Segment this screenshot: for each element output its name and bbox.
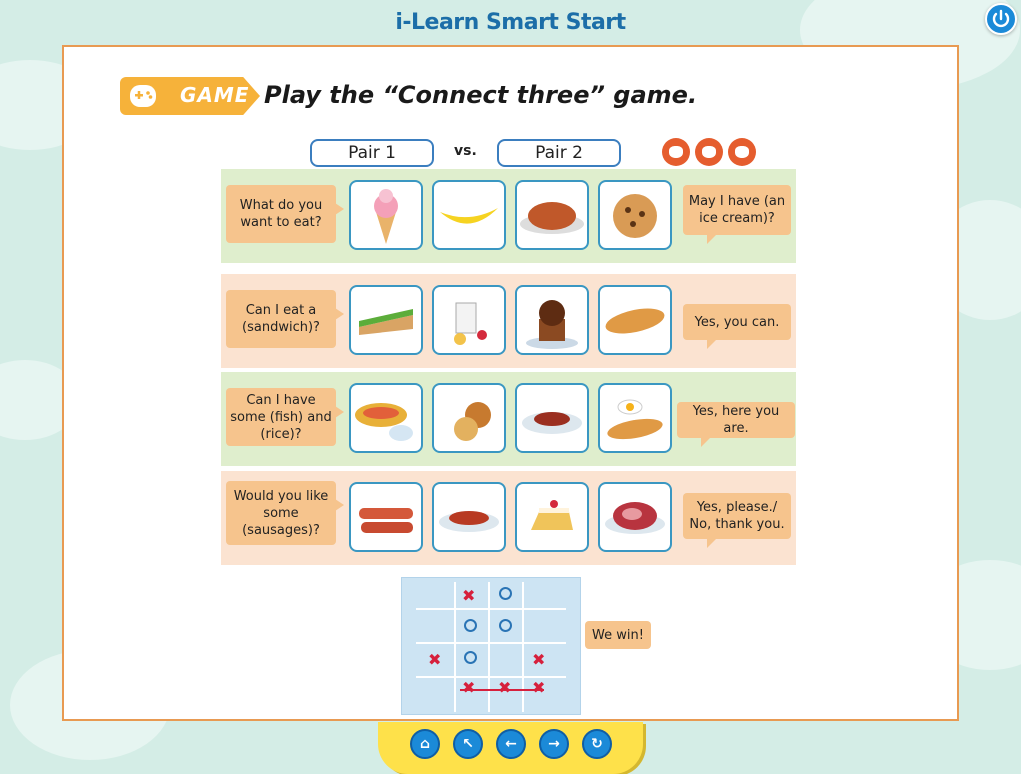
lesson-page: GAME Play the “Connect three” game. Pair… — [62, 45, 959, 721]
cross-mark: ✖ — [498, 678, 512, 697]
answer-bubble: May I have (an ice cream)? — [683, 185, 791, 244]
question-row: Would you like some (sausages)? Yes, ple… — [221, 471, 796, 565]
banana-card[interactable] — [432, 180, 506, 250]
activity-instruction: Play the “Connect three” game. — [264, 81, 698, 109]
circle-mark — [464, 619, 477, 632]
home-icon: ⌂ — [419, 736, 431, 752]
pasta-card[interactable] — [432, 482, 506, 552]
ice-cream-card[interactable] — [349, 180, 423, 250]
forward-arrow-icon: → — [548, 736, 560, 752]
game-badge-label: GAME — [180, 83, 250, 107]
cross-mark: ✖ — [532, 650, 546, 669]
circle-mark — [499, 587, 512, 600]
cross-mark: ✖ — [462, 678, 476, 697]
sandwich-card[interactable] — [349, 285, 423, 355]
win-speech-bubble: We win! — [585, 621, 651, 649]
navigation-tray: ⌂ ↖ ← → ↻ — [378, 722, 643, 774]
circle-mark — [464, 651, 477, 664]
cupcake-card[interactable] — [515, 285, 589, 355]
pancakes-card[interactable] — [432, 383, 506, 453]
yogurt-card[interactable] — [432, 285, 506, 355]
up-button[interactable]: ↖ — [453, 729, 483, 759]
previous-button[interactable]: ← — [496, 729, 526, 759]
answer-bubble: Yes, you can. — [683, 304, 791, 349]
cake-card[interactable] — [515, 482, 589, 552]
question-bubble: Can I have some (fish) and (rice)? — [226, 388, 344, 446]
scissors-hand-icon — [728, 138, 756, 166]
back-arrow-icon: ← — [505, 736, 517, 752]
circle-mark — [499, 619, 512, 632]
winning-line — [460, 689, 544, 691]
power-button[interactable] — [985, 3, 1017, 35]
gamepad-icon — [130, 85, 156, 107]
up-arrow-icon: ↖ — [462, 736, 474, 752]
spaghetti-card[interactable] — [515, 383, 589, 453]
rock-hand-icon — [695, 138, 723, 166]
question-row: Can I eat a (sandwich)? Yes, you can. — [221, 274, 796, 368]
pair-2-label: Pair 2 — [497, 139, 621, 167]
cross-mark: ✖ — [532, 678, 546, 697]
question-bubble: Would you like some (sausages)? — [226, 481, 344, 545]
sausages-card[interactable] — [349, 482, 423, 552]
roast-chicken-card[interactable] — [515, 180, 589, 250]
example-game-grid: ✖ ✖ ✖ ✖ ✖ ✖ — [401, 577, 581, 715]
question-row: Can I have some (fish) and (rice)? Yes, … — [221, 372, 796, 466]
pair-1-label: Pair 1 — [310, 139, 434, 167]
steak-card[interactable] — [598, 482, 672, 552]
versus-label: vs. — [454, 143, 477, 159]
power-icon — [992, 9, 1010, 28]
fish-and-rice-card[interactable] — [349, 383, 423, 453]
cross-mark: ✖ — [428, 650, 442, 669]
cross-mark: ✖ — [462, 586, 476, 605]
question-bubble: Can I eat a (sandwich)? — [226, 290, 344, 348]
game-badge: GAME — [120, 77, 260, 115]
refresh-icon: ↻ — [591, 736, 603, 752]
home-button[interactable]: ⌂ — [410, 729, 440, 759]
cookie-card[interactable] — [598, 180, 672, 250]
app-title: i-Learn Smart Start — [395, 10, 626, 35]
answer-bubble: Yes, here you are. — [677, 402, 795, 447]
question-row: What do you want to eat? May I have (an … — [221, 169, 796, 263]
paper-hand-icon — [662, 138, 690, 166]
refresh-button[interactable]: ↻ — [582, 729, 612, 759]
bread-card[interactable] — [598, 285, 672, 355]
eggs-and-bread-card[interactable] — [598, 383, 672, 453]
next-button[interactable]: → — [539, 729, 569, 759]
question-bubble: What do you want to eat? — [226, 185, 344, 243]
answer-bubble: Yes, please./ No, thank you. — [683, 493, 791, 548]
